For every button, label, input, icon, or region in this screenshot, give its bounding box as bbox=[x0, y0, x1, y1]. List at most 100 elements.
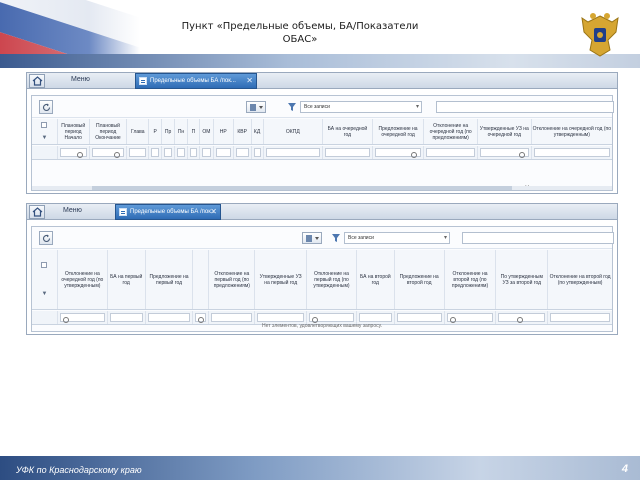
filter-cell[interactable] bbox=[424, 146, 479, 159]
header-band bbox=[0, 54, 640, 68]
home-button[interactable] bbox=[29, 205, 45, 219]
column-header[interactable]: Предложение на первый год bbox=[146, 250, 194, 309]
column-header[interactable]: Р bbox=[149, 119, 163, 144]
select-column: ▼ bbox=[32, 119, 58, 144]
clock-icon bbox=[411, 152, 418, 158]
filter-cell[interactable] bbox=[149, 146, 163, 159]
close-icon[interactable]: ✕ bbox=[210, 207, 217, 216]
filter-select-value: Все записи bbox=[348, 235, 374, 241]
grid-filter-row bbox=[32, 146, 612, 160]
column-header[interactable]: Отклонение на второй год (по предложения… bbox=[445, 250, 497, 309]
filter-cell[interactable] bbox=[532, 146, 612, 159]
group-button[interactable] bbox=[302, 232, 322, 244]
home-button[interactable] bbox=[29, 74, 45, 88]
column-header[interactable]: Отклонение на второй год (по утвержденны… bbox=[548, 250, 612, 309]
footer-organization: УФК по Краснодарскому краю bbox=[16, 465, 142, 475]
refresh-icon bbox=[43, 234, 51, 243]
funnel-icon: ▼ bbox=[41, 291, 48, 298]
filter-icon[interactable] bbox=[288, 103, 296, 111]
column-header[interactable]: Отклонение на первый год (по предложения… bbox=[209, 250, 256, 309]
group-button[interactable] bbox=[246, 101, 266, 113]
column-header[interactable]: БА на первый год bbox=[108, 250, 146, 309]
clock-icon bbox=[114, 152, 121, 158]
filter-select[interactable]: Все записи ▾ bbox=[344, 232, 450, 244]
filter-cell[interactable] bbox=[214, 146, 234, 159]
slide-header: Пункт «Предельные объемы, БА/Показатели … bbox=[0, 0, 640, 68]
filter-cell[interactable] bbox=[252, 146, 264, 159]
column-header[interactable]: НР bbox=[214, 119, 234, 144]
tab-label: Предельные объемы БА /пок... bbox=[130, 209, 216, 215]
select-all-checkbox[interactable] bbox=[41, 261, 48, 268]
tab-limit-volumes[interactable]: Предельные объемы БА /пок... ✕ bbox=[135, 73, 257, 89]
scrollbar-thumb[interactable] bbox=[92, 186, 512, 190]
column-header[interactable]: БА на очередной год bbox=[323, 119, 373, 144]
search-input[interactable] bbox=[462, 232, 614, 244]
refresh-button[interactable] bbox=[39, 100, 53, 114]
column-header[interactable]: КВР bbox=[234, 119, 252, 144]
refresh-icon bbox=[43, 103, 51, 112]
select-all-checkbox[interactable] bbox=[41, 122, 48, 129]
filter-cell[interactable] bbox=[127, 146, 150, 159]
grid-header: ▼ Отклонение на очередной год (по утверж… bbox=[32, 250, 612, 310]
column-header[interactable]: Плановый период Начало bbox=[58, 119, 90, 144]
column-header[interactable]: Плановый период Окончание bbox=[90, 119, 128, 144]
chevron-down-icon: ▾ bbox=[443, 235, 447, 241]
emblem-icon bbox=[581, 13, 619, 57]
column-header[interactable]: БА на второй год bbox=[357, 250, 395, 309]
group-icon bbox=[250, 104, 263, 111]
tab-doc-icon bbox=[139, 77, 147, 85]
column-header[interactable]: Утвержденные УЗ на первый год bbox=[255, 250, 308, 309]
filter-cell[interactable] bbox=[373, 146, 425, 159]
column-header[interactable]: П bbox=[188, 119, 200, 144]
filter-cell[interactable] bbox=[90, 146, 128, 159]
column-header[interactable]: Отклонение на очередной год (по утвержде… bbox=[532, 119, 612, 144]
funnel-icon: ▼ bbox=[41, 134, 48, 141]
filter-cell[interactable] bbox=[162, 146, 176, 159]
column-header[interactable]: Глава bbox=[127, 119, 150, 144]
filter-cell[interactable] bbox=[188, 146, 200, 159]
tab-bar: Меню Предельные объемы БА /пок... ✕ bbox=[27, 73, 617, 89]
app-window-2: Меню Предельные объемы БА /пок... ✕ Все … bbox=[26, 203, 618, 335]
grid-toolbar: Все записи ▾ bbox=[32, 227, 614, 249]
slide-footer: УФК по Краснодарскому краю 4 bbox=[0, 456, 640, 480]
clock-icon bbox=[518, 152, 525, 158]
filter-select-value: Все записи bbox=[304, 104, 330, 110]
column-header[interactable]: ОМ bbox=[200, 119, 214, 144]
column-header[interactable]: По утвержденным УЗ за второй год bbox=[496, 250, 549, 309]
column-header[interactable]: КД bbox=[252, 119, 264, 144]
column-header[interactable]: Отклонение на очередной год (по предложе… bbox=[424, 119, 478, 144]
slide-title: Пункт «Предельные объемы, БА/Показатели … bbox=[181, 21, 419, 45]
horizontal-scrollbar[interactable] bbox=[32, 186, 612, 190]
column-header[interactable]: Пр bbox=[162, 119, 176, 144]
filter-cell[interactable] bbox=[264, 146, 324, 159]
column-header[interactable]: Предложение на очередной год bbox=[373, 119, 425, 144]
tab-limit-volumes[interactable]: Предельные объемы БА /пок... ✕ bbox=[115, 204, 221, 220]
column-header[interactable]: Отклонение на первый год (по утвержденны… bbox=[307, 250, 357, 309]
filter-cell[interactable] bbox=[323, 146, 373, 159]
column-header[interactable]: Утвержденные УЗ на очередной год bbox=[478, 119, 532, 144]
filter-cell[interactable] bbox=[175, 146, 189, 159]
column-header[interactable]: Отклонение на очередной год (по утвержде… bbox=[58, 250, 108, 309]
filter-cell[interactable] bbox=[58, 146, 90, 159]
column-header[interactable]: Предложение на второй год bbox=[395, 250, 445, 309]
column-header[interactable] bbox=[193, 250, 210, 309]
select-column: ▼ bbox=[32, 250, 58, 309]
filter-select[interactable]: Все записи ▾ bbox=[300, 101, 422, 113]
filter-icon[interactable] bbox=[332, 234, 340, 242]
filter-cell[interactable] bbox=[200, 146, 214, 159]
tab-label: Предельные объемы БА /пок... bbox=[150, 78, 236, 84]
close-icon[interactable]: ✕ bbox=[246, 76, 253, 85]
column-header[interactable]: ОКПД bbox=[264, 119, 324, 144]
search-input[interactable] bbox=[436, 101, 614, 113]
menu-tab[interactable]: Меню bbox=[71, 76, 90, 83]
page-number: 4 bbox=[621, 463, 628, 475]
refresh-button[interactable] bbox=[39, 231, 53, 245]
grid-panel: Все записи ▾ ▼ Отклонение на очередной г… bbox=[31, 226, 614, 332]
filter-cell[interactable] bbox=[478, 146, 532, 159]
filter-cell[interactable] bbox=[234, 146, 252, 159]
column-header[interactable]: Пн bbox=[175, 119, 188, 144]
menu-tab[interactable]: Меню bbox=[63, 207, 82, 214]
clock-icon bbox=[76, 152, 83, 158]
home-icon bbox=[32, 207, 43, 217]
app-window-1: Меню Предельные объемы БА /пок... ✕ Все … bbox=[26, 72, 618, 194]
